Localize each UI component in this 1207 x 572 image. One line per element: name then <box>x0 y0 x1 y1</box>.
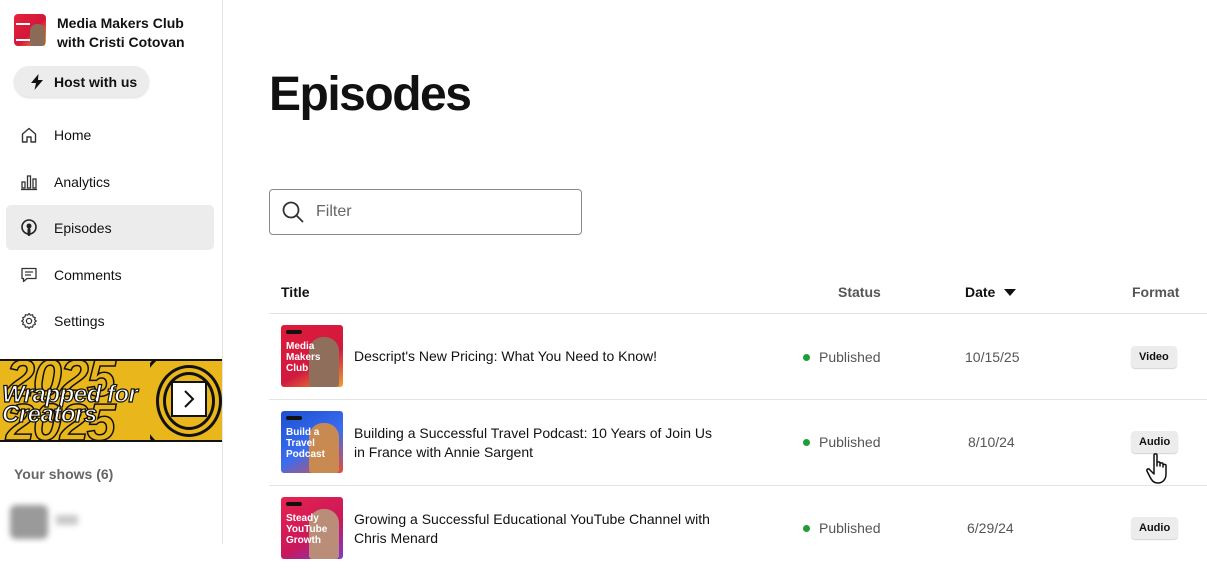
banner-text: Wrapped for Creators <box>1 381 138 428</box>
filter-field[interactable] <box>269 189 582 235</box>
main-content: Episodes Title Status Date Format Media … <box>223 0 1207 559</box>
status-dot-icon <box>803 353 810 361</box>
status-cell: Published <box>803 349 881 365</box>
table-row[interactable]: Media Makers Club Descript's New Pricing… <box>269 313 1207 400</box>
comment-icon <box>21 267 37 282</box>
podcast-icon <box>21 218 37 236</box>
show-artwork <box>14 14 46 46</box>
nav-episodes-label: Episodes <box>54 219 112 236</box>
lightning-icon <box>31 73 43 90</box>
nav-analytics[interactable]: Analytics <box>6 159 214 204</box>
status-text: Published <box>819 434 881 450</box>
nav-analytics-label: Analytics <box>54 173 111 190</box>
episode-title[interactable]: Descript's New Pricing: What You Need to… <box>354 347 754 366</box>
show-header[interactable]: Media Makers Club with Cristi Cotovan <box>14 14 207 52</box>
gear-icon <box>21 312 37 329</box>
chevron-right-icon <box>184 390 195 408</box>
status-text: Published <box>819 349 881 365</box>
status-dot-icon <box>803 438 810 446</box>
nav-settings[interactable]: Settings <box>6 298 214 343</box>
episode-thumbnail: Steady YouTube Growth <box>281 497 343 559</box>
blurred-show-name <box>56 515 78 525</box>
thumbnail-label: Steady YouTube Growth <box>286 513 328 546</box>
your-shows-heading: Your shows (6) <box>14 466 114 482</box>
format-badge: Audio <box>1131 517 1179 539</box>
bar-chart-icon <box>21 174 37 190</box>
page-title: Episodes <box>269 68 472 121</box>
episode-title[interactable]: Building a Successful Travel Podcast: 10… <box>354 424 724 462</box>
show-title: Media Makers Club with Cristi Cotovan <box>57 15 185 50</box>
column-header-date[interactable]: Date <box>965 284 1017 300</box>
status-text: Published <box>819 520 881 536</box>
home-icon <box>21 127 37 143</box>
nav-comments-label: Comments <box>54 266 122 283</box>
status-dot-icon <box>803 524 810 532</box>
nav-settings-label: Settings <box>54 312 105 329</box>
host-with-us-label: Host with us <box>54 73 138 90</box>
blurred-show-avatar[interactable] <box>10 505 48 539</box>
column-header-date-label: Date <box>965 284 996 300</box>
nav-home-label: Home <box>54 126 92 143</box>
nav-episodes[interactable]: Episodes <box>6 205 214 250</box>
date-cell: 6/29/24 <box>967 520 1014 536</box>
wrapped-banner[interactable]: 2025 2025 Wrapped for Creators <box>0 359 222 442</box>
status-cell: Published <box>803 520 881 536</box>
episode-thumbnail: Media Makers Club <box>281 325 343 387</box>
sort-descending-icon <box>1004 289 1017 296</box>
hand-pointer-cursor-icon <box>1146 453 1167 484</box>
search-icon <box>282 201 304 223</box>
status-cell: Published <box>803 434 881 450</box>
episode-thumbnail: Build a Travel Podcast <box>281 411 343 473</box>
column-header-format[interactable]: Format <box>1132 284 1179 300</box>
date-cell: 10/15/25 <box>965 349 1020 365</box>
column-header-status[interactable]: Status <box>838 284 881 300</box>
thumbnail-label: Media Makers Club <box>286 341 321 374</box>
table-row[interactable]: Build a Travel Podcast Building a Succes… <box>269 399 1207 486</box>
episode-title[interactable]: Growing a Successful Educational YouTube… <box>354 510 744 548</box>
host-with-us-button[interactable]: Host with us <box>14 66 149 97</box>
table-row[interactable]: Steady YouTube Growth Growing a Successf… <box>269 485 1207 572</box>
filter-input[interactable] <box>314 202 558 222</box>
format-badge: Video <box>1131 346 1177 368</box>
nav-comments[interactable]: Comments <box>6 252 214 297</box>
format-badge[interactable]: Audio <box>1131 431 1179 453</box>
nav-home[interactable]: Home <box>6 112 214 157</box>
date-cell: 8/10/24 <box>968 434 1015 450</box>
column-header-title[interactable]: Title <box>281 284 310 300</box>
sidebar: Media Makers Club with Cristi Cotovan Ho… <box>0 0 223 544</box>
thumbnail-label: Build a Travel Podcast <box>286 427 325 460</box>
wrapped-banner-art: 2025 2025 Wrapped for Creators <box>0 361 150 440</box>
banner-next-button[interactable] <box>171 381 207 417</box>
